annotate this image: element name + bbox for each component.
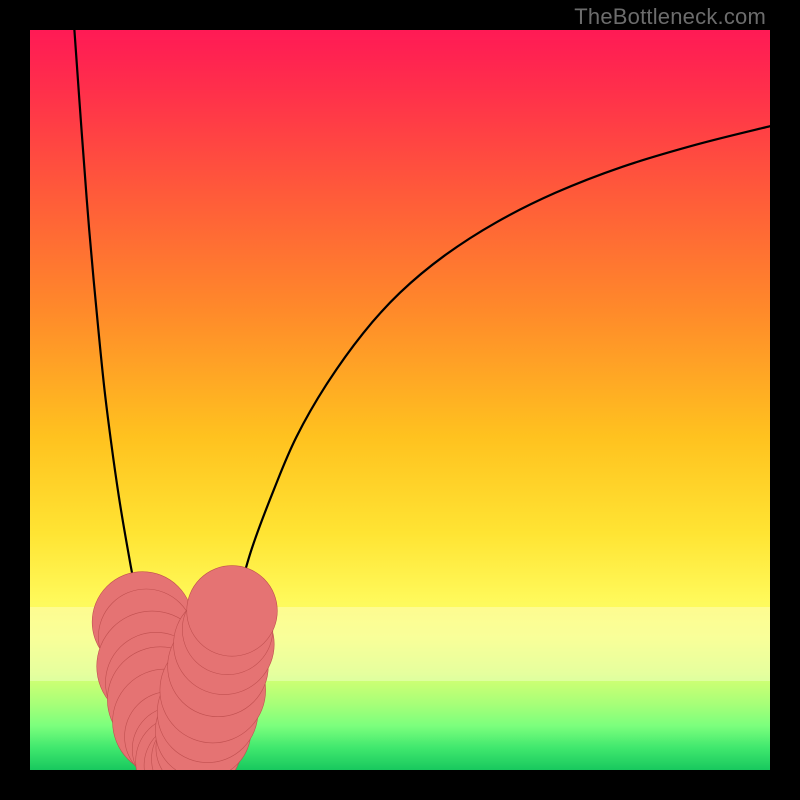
plot-area	[30, 30, 770, 770]
watermark-text: TheBottleneck.com	[574, 4, 766, 30]
chart-frame: TheBottleneck.com	[0, 0, 800, 800]
curve-plot	[30, 30, 770, 770]
curve-right-branch	[185, 126, 770, 766]
data-marker	[187, 566, 278, 657]
